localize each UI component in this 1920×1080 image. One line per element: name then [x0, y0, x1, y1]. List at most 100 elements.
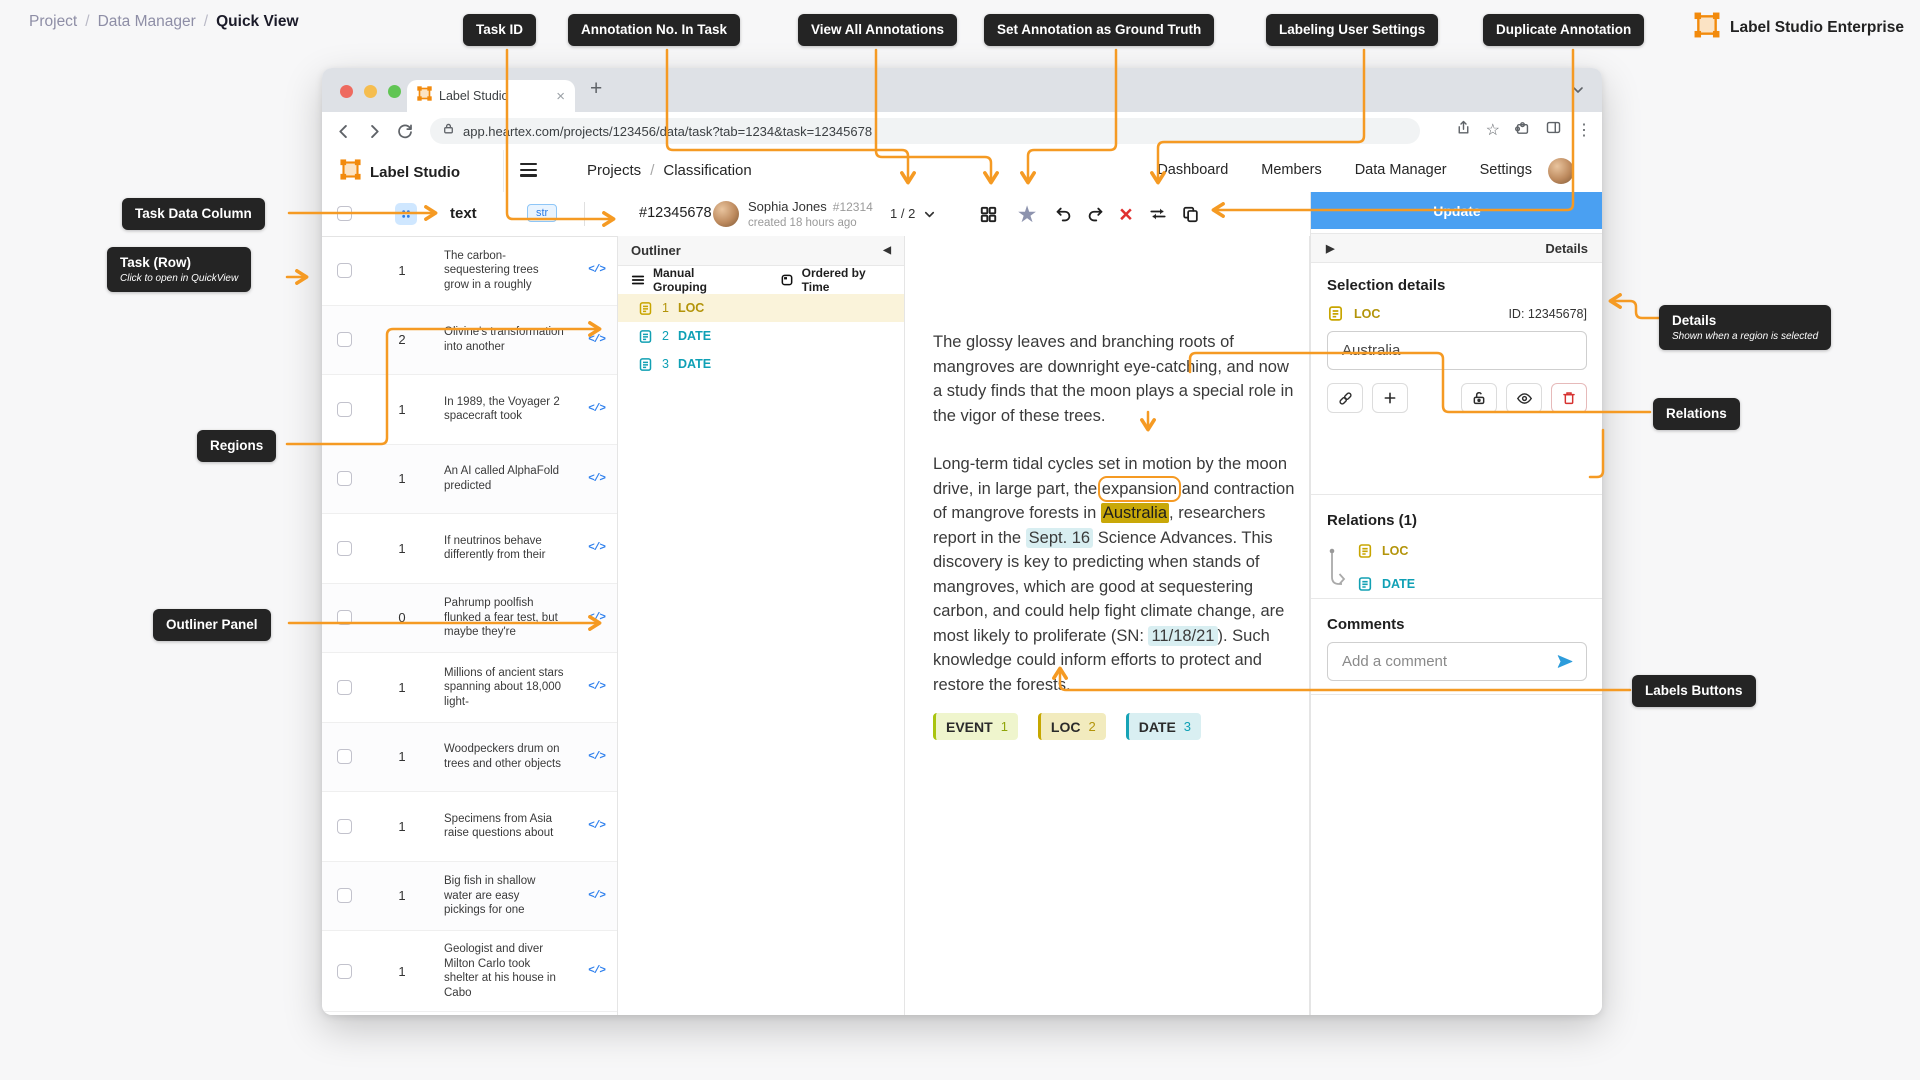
row-source-icon[interactable]: </> [588, 681, 605, 693]
link-icon[interactable] [1327, 383, 1363, 413]
row-annotation-count: 2 [372, 332, 432, 347]
relation-item-date[interactable]: DATE [1357, 576, 1415, 592]
label-button-event[interactable]: EVENT1 [933, 713, 1018, 740]
task-row-6[interactable]: 0Pahrump poolfish flunked a fear test, b… [322, 584, 617, 654]
row-checkbox[interactable] [337, 263, 352, 278]
row-source-icon[interactable]: </> [588, 965, 605, 977]
row-source-icon[interactable]: </> [588, 473, 605, 485]
tab-overflow-chevron-icon[interactable] [1570, 82, 1586, 103]
hide-region-eye-icon[interactable] [1506, 383, 1542, 413]
region-span-loc-australia[interactable]: Australia [1101, 503, 1169, 523]
annotation-selector-chevron-icon[interactable] [922, 207, 937, 227]
lock-region-icon[interactable] [1461, 383, 1497, 413]
undo-icon[interactable] [1048, 199, 1078, 229]
region-span-date-11-18-21[interactable]: 11/18/21 [1148, 626, 1217, 646]
select-all-checkbox[interactable] [337, 206, 352, 221]
tab-close-icon[interactable]: × [556, 88, 565, 105]
row-checkbox[interactable] [337, 471, 352, 486]
row-checkbox[interactable] [337, 749, 352, 764]
new-tab-button[interactable]: + [590, 77, 602, 101]
nav-dashboard[interactable]: Dashboard [1157, 162, 1228, 178]
projects-link[interactable]: Projects [587, 162, 641, 179]
region-span-expansion[interactable]: expansion [1102, 480, 1177, 498]
browser-menu-icon[interactable]: ⋮ [1576, 120, 1592, 140]
task-row-8[interactable]: 1Woodpeckers drum on trees and other obj… [322, 723, 617, 793]
row-source-icon[interactable]: </> [588, 890, 605, 902]
relation-item-loc[interactable]: LOC [1357, 543, 1408, 559]
app-brand-name: Label Studio [370, 164, 460, 181]
nav-settings[interactable]: Settings [1480, 162, 1532, 178]
task-row-2[interactable]: 2Olivine's transformation into another</… [322, 306, 617, 376]
project-name[interactable]: Classification [663, 162, 751, 179]
add-relation-plus-icon[interactable] [1372, 383, 1408, 413]
row-checkbox[interactable] [337, 888, 352, 903]
row-source-icon[interactable]: </> [588, 403, 605, 415]
ground-truth-star-icon[interactable]: ★ [1012, 199, 1042, 229]
window-zoom-button[interactable] [388, 85, 401, 98]
row-source-icon[interactable]: </> [588, 264, 605, 276]
row-checkbox[interactable] [337, 680, 352, 695]
region-span-date-sept-16[interactable]: Sept. 16 [1026, 528, 1093, 548]
task-row-5[interactable]: 1If neutrinos behave differently from th… [322, 514, 617, 584]
ordering-mode[interactable]: Ordered by Time [802, 266, 891, 294]
task-row-11[interactable]: 1Geologist and diver Milton Carlo took s… [322, 931, 617, 1012]
column-common-icon[interactable] [395, 203, 417, 225]
row-checkbox[interactable] [337, 819, 352, 834]
share-icon[interactable] [1455, 119, 1472, 141]
row-source-icon[interactable]: </> [588, 334, 605, 346]
back-button[interactable] [334, 122, 353, 141]
task-row-9[interactable]: 1Specimens from Asia raise questions abo… [322, 792, 617, 862]
labeling-settings-icon[interactable] [1143, 199, 1173, 229]
nav-members[interactable]: Members [1261, 162, 1321, 178]
reload-button[interactable] [396, 122, 414, 140]
address-bar[interactable]: app.heartex.com/projects/123456/data/tas… [430, 118, 1420, 144]
breadcrumb-data-manager[interactable]: Data Manager [98, 13, 196, 30]
row-text: The carbon-sequestering trees grow in a … [444, 249, 564, 293]
row-checkbox[interactable] [337, 964, 352, 979]
row-source-icon[interactable]: </> [588, 751, 605, 763]
task-row-10[interactable]: 1Big fish in shallow water are easy pick… [322, 862, 617, 932]
row-checkbox[interactable] [337, 541, 352, 556]
details-panel: Update ▶ Details Selection details LOC I… [1310, 192, 1602, 1015]
expand-panel-icon[interactable]: ▶ [1326, 242, 1334, 255]
bookmark-star-icon[interactable]: ☆ [1486, 120, 1500, 140]
relation-label: DATE [1382, 577, 1415, 591]
task-row-4[interactable]: 1An AI called AlphaFold predicted</> [322, 445, 617, 515]
nav-data-manager[interactable]: Data Manager [1355, 162, 1447, 178]
outliner-region-1-loc[interactable]: 1 LOC [618, 294, 904, 322]
view-all-annotations-icon[interactable] [973, 199, 1003, 229]
grouping-mode[interactable]: Manual Grouping [653, 266, 746, 294]
breadcrumb-project[interactable]: Project [29, 13, 77, 30]
task-row-7[interactable]: 1Millions of ancient stars spanning abou… [322, 653, 617, 723]
extensions-puzzle-icon[interactable] [1514, 119, 1531, 141]
delete-region-trash-icon[interactable] [1551, 383, 1587, 413]
comment-input[interactable] [1340, 652, 1555, 671]
redo-icon[interactable] [1080, 199, 1110, 229]
collapse-panel-icon[interactable]: ◀ [883, 245, 891, 256]
task-row-3[interactable]: 1In 1989, the Voyager 2 spacecraft took<… [322, 375, 617, 445]
row-source-icon[interactable]: </> [588, 612, 605, 624]
reject-annotation-icon[interactable]: × [1111, 199, 1141, 229]
column-header-text[interactable]: text [450, 205, 477, 222]
row-source-icon[interactable]: </> [588, 542, 605, 554]
duplicate-annotation-icon[interactable] [1175, 199, 1205, 229]
app-brand[interactable]: Label Studio [340, 159, 460, 185]
outliner-region-2-date[interactable]: 2 DATE [618, 322, 904, 350]
row-checkbox[interactable] [337, 332, 352, 347]
task-row-1[interactable]: 1The carbon-sequestering trees grow in a… [322, 236, 617, 306]
row-checkbox[interactable] [337, 402, 352, 417]
window-minimize-button[interactable] [364, 85, 377, 98]
update-button[interactable]: Update [1311, 192, 1602, 229]
forward-button[interactable] [365, 122, 384, 141]
side-panel-icon[interactable] [1545, 119, 1562, 141]
window-close-button[interactable] [340, 85, 353, 98]
hamburger-menu-icon[interactable] [520, 163, 537, 180]
send-comment-icon[interactable] [1555, 652, 1574, 671]
user-avatar[interactable] [1548, 158, 1574, 184]
label-button-loc[interactable]: LOC2 [1038, 713, 1106, 740]
label-button-date[interactable]: DATE3 [1126, 713, 1201, 740]
outliner-region-3-date[interactable]: 3 DATE [618, 350, 904, 378]
row-source-icon[interactable]: </> [588, 820, 605, 832]
browser-tab[interactable]: Label Studio × [407, 80, 575, 112]
row-checkbox[interactable] [337, 610, 352, 625]
